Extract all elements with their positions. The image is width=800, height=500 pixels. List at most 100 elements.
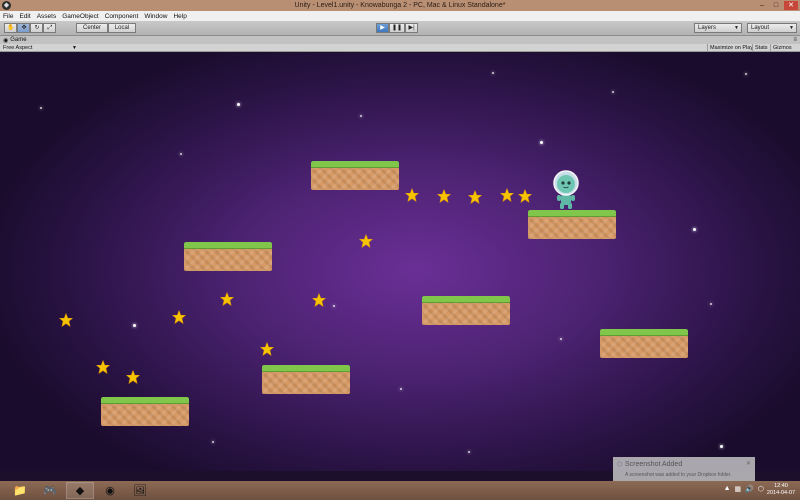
aspect-dropdown[interactable]: Free Aspect ▼ — [3, 44, 79, 52]
hand-tool-icon[interactable]: ✋ — [4, 23, 18, 33]
sparkle — [710, 303, 712, 305]
close-button[interactable]: ✕ — [784, 1, 798, 10]
transform-tools: ✋ ✥ ↻ ⤢ — [4, 23, 57, 33]
menu-help[interactable]: Help — [173, 13, 186, 20]
grass-platform — [262, 365, 350, 394]
scale-tool-icon[interactable]: ⤢ — [43, 23, 57, 33]
sparkle — [333, 305, 335, 307]
panel-tab-row: ◉ Game ≡ — [0, 36, 800, 44]
sparkle — [720, 445, 723, 448]
pause-button[interactable]: ❚❚ — [389, 23, 406, 33]
star-collectible — [220, 292, 234, 306]
star-collectible — [96, 360, 110, 374]
sparkle — [612, 91, 614, 93]
sparkle — [560, 338, 562, 340]
file-explorer-icon[interactable]: 📁 — [6, 482, 34, 499]
menu-bar: File Edit Assets GameObject Component Wi… — [0, 11, 800, 21]
rotate-tool-icon[interactable]: ↻ — [30, 23, 44, 33]
stats-toggle[interactable]: Stats — [752, 44, 770, 52]
sparkle — [133, 324, 136, 327]
sparkle — [492, 72, 494, 74]
sparkle — [237, 103, 240, 106]
chevron-down-icon: ▼ — [734, 25, 739, 31]
grass-platform — [422, 296, 510, 325]
grass-platform — [600, 329, 688, 358]
sparkle — [400, 388, 402, 390]
volume-icon[interactable]: 🔊 — [745, 485, 754, 493]
layout-dropdown[interactable]: Layout ▼ — [747, 23, 797, 33]
chevron-down-icon: ▼ — [789, 25, 794, 31]
star-collectible — [126, 370, 140, 384]
sparkle — [540, 141, 543, 144]
pivot-label: Center — [82, 25, 101, 31]
sparkle — [745, 73, 747, 75]
minimize-button[interactable]: – — [756, 1, 768, 10]
clock[interactable]: 12:40 2014-04-07 — [766, 483, 796, 497]
sparkle — [40, 107, 42, 109]
menu-assets[interactable]: Assets — [37, 13, 57, 20]
star-collectible — [437, 189, 451, 203]
clock-time: 12:40 — [774, 483, 788, 489]
star-collectible — [518, 189, 532, 203]
menu-window[interactable]: Window — [144, 13, 167, 20]
grass-platform — [101, 397, 189, 426]
menu-edit[interactable]: Edit — [19, 13, 30, 20]
astronaut-character — [553, 170, 579, 209]
layers-dropdown[interactable]: Layers ▼ — [694, 23, 742, 33]
step-button[interactable]: ▶| — [405, 23, 419, 33]
network-icon[interactable]: ▦ — [735, 485, 742, 493]
menu-gameobject[interactable]: GameObject — [62, 13, 99, 20]
aspect-label: Free Aspect — [3, 45, 33, 51]
star-collectible — [312, 293, 326, 307]
play-controls: ▶ ❚❚ ▶| — [376, 23, 419, 33]
pivot-center-button[interactable]: Center — [76, 23, 108, 33]
layout-label: Layout — [751, 25, 770, 31]
star-collectible — [500, 188, 514, 202]
clock-date: 2014-04-07 — [766, 490, 796, 496]
star-collectible — [359, 234, 373, 248]
grass-platform — [528, 210, 616, 239]
maximize-button[interactable]: □ — [770, 1, 782, 10]
space-label: Local — [114, 25, 130, 31]
menu-component[interactable]: Component — [105, 13, 139, 20]
arrow-up-icon[interactable]: ▲ — [724, 485, 731, 493]
maximize-on-play-toggle[interactable]: Maximize on Play — [707, 44, 755, 52]
gizmos-toggle[interactable]: Gizmos — [770, 44, 794, 52]
game-view[interactable] — [0, 53, 800, 471]
unity-taskbar-icon[interactable]: ◆ — [66, 482, 94, 499]
star-collectible — [59, 313, 73, 327]
window-controls: – □ ✕ — [756, 1, 798, 10]
play-button[interactable]: ▶ — [376, 23, 389, 33]
system-tray: ▲ ▦ 🔊 ⬡ — [724, 485, 764, 493]
window-title: Unity - Level1.unity - Knowabunga 2 - PC… — [294, 2, 506, 9]
star-collectible — [468, 190, 482, 204]
dropbox-icon: ⬡ — [617, 462, 623, 468]
tab-game[interactable]: ◉ Game — [3, 37, 27, 44]
notification-body: A screenshot was added to your Dropbox f… — [625, 472, 732, 478]
sparkle — [212, 441, 214, 443]
dropbox-tray-icon[interactable]: ⬡ — [758, 485, 764, 493]
panel-options-icon[interactable]: ≡ — [793, 36, 797, 44]
pivot-local-button[interactable]: Local — [108, 23, 136, 33]
pivot-toggles: Center Local — [76, 23, 136, 33]
screenshot-notification[interactable]: ⬡ Screenshot Added ✕ A screenshot was ad… — [613, 457, 755, 481]
close-icon[interactable]: ✕ — [746, 460, 751, 467]
notification-title: Screenshot Added — [625, 461, 683, 468]
move-tool-icon[interactable]: ✥ — [17, 23, 31, 33]
taskbar: 📁 🎮 ◆ ◉ 🖼 ▲ ▦ 🔊 ⬡ 12:40 2014-04-07 — [0, 481, 800, 500]
star-collectible — [172, 310, 186, 324]
game-controller-icon[interactable]: 🎮 — [36, 482, 64, 499]
grass-platform — [311, 161, 399, 190]
star-collectible — [405, 188, 419, 202]
photos-icon[interactable]: 🖼 — [126, 482, 154, 499]
chrome-icon[interactable]: ◉ — [96, 482, 124, 499]
toolbar: ✋ ✥ ↻ ⤢ Center Local ▶ ❚❚ ▶| Layers ▼ La… — [0, 21, 800, 36]
game-tab-label: Game — [10, 37, 27, 43]
sparkle — [693, 228, 696, 231]
star-collectible — [260, 342, 274, 356]
game-view-controls: Free Aspect ▼ Maximize on Play Stats Giz… — [0, 44, 800, 52]
menu-file[interactable]: File — [3, 13, 13, 20]
sparkle — [180, 153, 182, 155]
title-bar: ◆ Unity - Level1.unity - Knowabunga 2 - … — [0, 0, 800, 11]
sparkle — [360, 115, 362, 117]
